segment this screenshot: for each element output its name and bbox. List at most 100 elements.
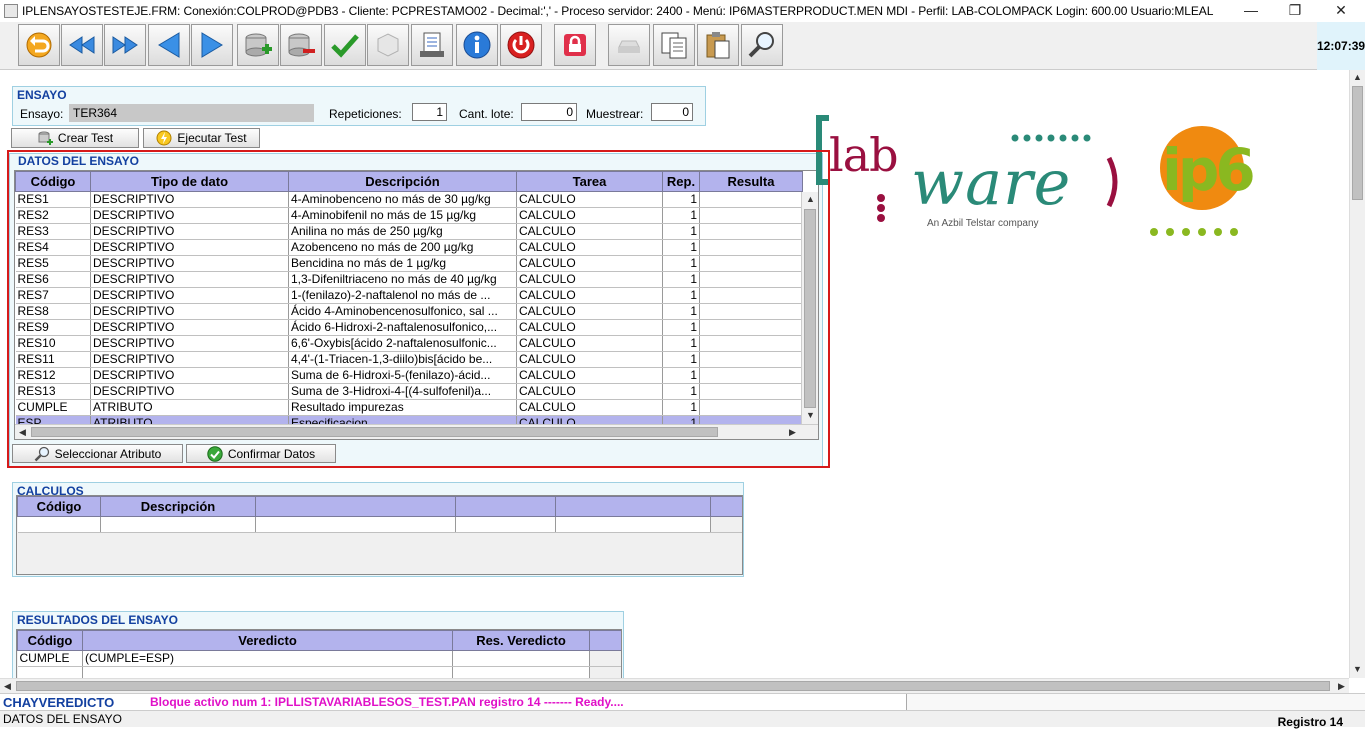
info-icon <box>463 31 491 59</box>
lock-button[interactable] <box>554 24 596 66</box>
scroll-thumb[interactable] <box>16 681 1330 691</box>
column-header[interactable]: Veredicto <box>82 630 453 651</box>
next-icon <box>201 32 223 58</box>
logo-lab-text: lab <box>829 128 899 182</box>
disabled-icon <box>618 40 640 53</box>
ejecutar-test-button[interactable]: Ejecutar Test <box>143 128 260 148</box>
scroll-down-icon[interactable]: ▼ <box>1350 662 1365 677</box>
resultados-table: Código Veredicto Res. Veredicto CUMPLE (CUM… <box>17 630 621 678</box>
table-cell[interactable] <box>17 666 83 678</box>
table-cell[interactable] <box>82 666 453 678</box>
table-row[interactable]: CUMPLE (CUMPLE=ESP) <box>17 650 621 667</box>
crear-test-label: Crear Test <box>57 131 114 145</box>
column-header[interactable]: Código <box>17 630 83 651</box>
lightning-icon <box>156 130 172 146</box>
previous-button[interactable] <box>148 24 190 66</box>
ejecutar-test-label: Ejecutar Test <box>177 131 247 145</box>
calculos-grid: Código Descripción <box>16 495 743 575</box>
cant-lote-input[interactable]: 0 <box>521 103 577 121</box>
logo-tagline: An Azbil Telstar company <box>927 218 1039 229</box>
search-button[interactable] <box>741 24 783 66</box>
logo-ware-text: ware <box>911 146 1072 219</box>
box-icon <box>377 33 399 57</box>
status-bar-secondary: DATOS DEL ENSAYO Registro 14 <box>0 710 1365 729</box>
delete-record-icon <box>288 33 315 57</box>
status-panel <box>906 694 1365 710</box>
column-header[interactable]: Res. Veredicto <box>452 630 590 651</box>
clock: 12:07:39 <box>1317 22 1365 70</box>
ensayo-title: ENSAYO <box>17 88 67 102</box>
undo-icon <box>26 32 52 58</box>
resultados-grid: Código Veredicto Res. Veredicto CUMPLE (CUM… <box>16 629 622 678</box>
resultados-body: CUMPLE (CUMPLE=ESP) <box>17 650 621 678</box>
status-message: Bloque activo num 1: IPLLISTAVARIABLESOS… <box>150 695 624 709</box>
print-button[interactable] <box>411 24 453 66</box>
ensayo-input[interactable]: TER364 <box>69 104 314 122</box>
info-button[interactable] <box>456 24 498 66</box>
toolbar: 12:07:39 <box>0 22 1365 70</box>
check-icon <box>331 34 359 58</box>
table-cell[interactable] <box>452 650 590 667</box>
table-row[interactable] <box>17 516 742 533</box>
maximize-button[interactable]: ❐ <box>1272 0 1318 22</box>
column-header[interactable] <box>255 496 456 517</box>
search-icon <box>748 32 774 58</box>
print-icon <box>420 32 444 57</box>
first-record-button[interactable] <box>61 24 103 66</box>
table-cell[interactable]: (CUMPLE=ESP) <box>82 650 453 667</box>
logo-ip6-text: ip6 <box>1162 136 1256 204</box>
box-button[interactable] <box>367 24 409 66</box>
table-row[interactable] <box>17 666 621 678</box>
resultados-header-row: Código Veredicto Res. Veredicto <box>17 630 621 651</box>
next-button[interactable] <box>191 24 233 66</box>
column-header[interactable] <box>555 496 711 517</box>
status-bar: CHAYVEREDICTO Bloque activo num 1: IPLLI… <box>0 693 1365 710</box>
column-header[interactable] <box>455 496 556 517</box>
paste-button[interactable] <box>697 24 739 66</box>
column-header <box>710 496 742 517</box>
exit-button[interactable] <box>500 24 542 66</box>
title-bar: IPLENSAYOSTESTEJE.FRM: Conexión:COLPROD@… <box>0 0 1365 22</box>
scroll-up-icon[interactable]: ▲ <box>1350 70 1365 85</box>
window-title: IPLENSAYOSTESTEJE.FRM: Conexión:COLPROD@… <box>22 4 1214 18</box>
scroll-thumb[interactable] <box>1352 86 1363 200</box>
window-vertical-scrollbar[interactable]: ▲ ▼ <box>1349 70 1365 678</box>
table-cell <box>589 666 621 678</box>
cant-lote-label: Cant. lote: <box>459 107 514 121</box>
paste-icon <box>706 32 730 59</box>
ensayo-label: Ensayo: <box>20 107 64 121</box>
window-horizontal-scrollbar[interactable]: ◀ ▶ <box>0 678 1349 693</box>
accept-button[interactable] <box>324 24 366 66</box>
minimize-button[interactable]: — <box>1228 0 1274 22</box>
table-cell <box>589 650 621 667</box>
ip6-logo: ip6 <box>1148 126 1258 241</box>
resultados-title: RESULTADOS DEL ENSAYO <box>17 613 178 627</box>
scroll-left-icon[interactable]: ◀ <box>0 679 15 694</box>
crear-test-button[interactable]: Crear Test <box>11 128 139 148</box>
table-cell[interactable]: CUMPLE <box>17 650 83 667</box>
add-record-button[interactable] <box>237 24 279 66</box>
muestrear-input[interactable]: 0 <box>651 103 693 121</box>
ensayo-panel: ENSAYO Ensayo: TER364 Repeticiones: 1 Ca… <box>12 86 706 126</box>
undo-button[interactable] <box>18 24 60 66</box>
lock-icon <box>564 34 586 56</box>
delete-record-button[interactable] <box>280 24 322 66</box>
calculos-header-row: Código Descripción <box>17 496 742 517</box>
disabled-button[interactable] <box>608 24 650 66</box>
repeticiones-input[interactable]: 1 <box>412 103 447 121</box>
scroll-right-icon[interactable]: ▶ <box>1334 679 1349 694</box>
add-record-icon <box>245 33 272 57</box>
table-cell[interactable] <box>452 666 590 678</box>
app-icon <box>4 4 18 18</box>
close-button[interactable]: ✕ <box>1318 0 1364 22</box>
column-header[interactable]: Descripción <box>100 496 256 517</box>
copy-icon <box>661 32 687 59</box>
next-record-button[interactable] <box>104 24 146 66</box>
next-record-icon <box>112 36 138 54</box>
status-form-name: CHAYVEREDICTO <box>3 695 115 710</box>
column-header[interactable]: Código <box>17 496 101 517</box>
repeticiones-label: Repeticiones: <box>329 107 402 121</box>
status-block-name: DATOS DEL ENSAYO <box>3 712 122 726</box>
copy-button[interactable] <box>653 24 695 66</box>
power-icon <box>507 31 535 59</box>
